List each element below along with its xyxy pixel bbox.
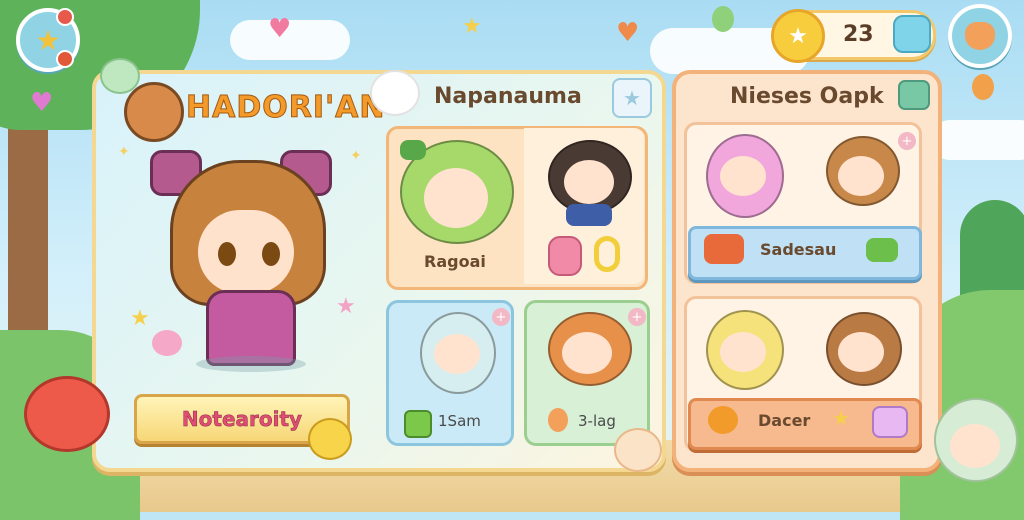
add-icon[interactable]: + (492, 308, 510, 326)
star-icon: ★ (130, 306, 150, 331)
currency-value: 23 (843, 22, 874, 47)
star-icon: ★ (336, 294, 356, 319)
add-icon[interactable]: + (898, 132, 916, 150)
character-face (950, 424, 1000, 468)
sparkle-icon: ✦ (118, 144, 130, 160)
chick-icon (308, 418, 352, 460)
hero-outfit (206, 290, 296, 366)
character-face (720, 156, 766, 196)
add-icon[interactable]: + (628, 308, 646, 326)
character-face (424, 168, 488, 228)
chicken-leg-icon (548, 408, 568, 432)
heart-icon: ♥ (616, 18, 640, 48)
character-face (564, 160, 614, 204)
section-title: Nieses Oapk (730, 84, 884, 109)
character-face (838, 156, 884, 196)
hero-shadow (196, 356, 306, 372)
favorite-button[interactable]: ★ (612, 78, 652, 118)
star-chat-icon: ★ (35, 23, 61, 57)
character-face (720, 332, 766, 372)
character-face (562, 332, 612, 374)
section-title: Napanauma (434, 84, 582, 109)
profile-button[interactable] (948, 4, 1012, 68)
balloon-icon (712, 6, 734, 32)
card-label: 3-lag (578, 412, 616, 430)
star-icon: ★ (623, 86, 641, 110)
panel-title: HADORI'AN (186, 90, 386, 126)
dance-label: Dacer (758, 411, 811, 430)
food-bowl-icon (704, 234, 744, 264)
ring-icon (594, 236, 620, 272)
card-label: 1Sam (438, 412, 481, 430)
card-label: Ragoai (424, 252, 486, 271)
balloon-icon (972, 74, 994, 100)
heart-icon: ♥ (30, 88, 54, 118)
sparkle-icon: ✦ (350, 148, 362, 164)
hero-eye (218, 242, 236, 266)
character-name-label: Notearoity (181, 407, 303, 432)
orange-fruit-icon (708, 406, 738, 434)
star-icon: ★ (462, 14, 482, 39)
coin-icon: ★ (771, 9, 825, 63)
star-icon: ★ (832, 406, 850, 430)
flower-mascot-icon (24, 376, 110, 452)
gem-icon[interactable] (893, 15, 931, 53)
balloon-heart-icon: ♥ (268, 14, 292, 44)
character-face (838, 332, 884, 372)
heart-button[interactable] (898, 80, 930, 110)
peach-pet-icon (614, 428, 662, 472)
salad-icon (866, 238, 898, 262)
notification-badge (56, 8, 74, 26)
potion-icon (404, 410, 432, 438)
fox-avatar-icon (965, 22, 995, 50)
cloud (930, 120, 1024, 160)
bear-icon (124, 82, 184, 142)
heart-gem-icon (872, 406, 908, 438)
currency-bar: ★ 23 (771, 9, 936, 63)
bunny-icon (100, 58, 140, 94)
meal-label: Sadesau (760, 240, 837, 259)
hero-eye (262, 242, 280, 266)
cat-icon (370, 70, 420, 116)
notification-badge (56, 50, 74, 68)
character-outfit (566, 204, 612, 226)
number-chip (548, 236, 582, 276)
cloud-pet-icon (152, 330, 182, 356)
character-face (434, 334, 480, 374)
hair-bow (400, 140, 426, 160)
